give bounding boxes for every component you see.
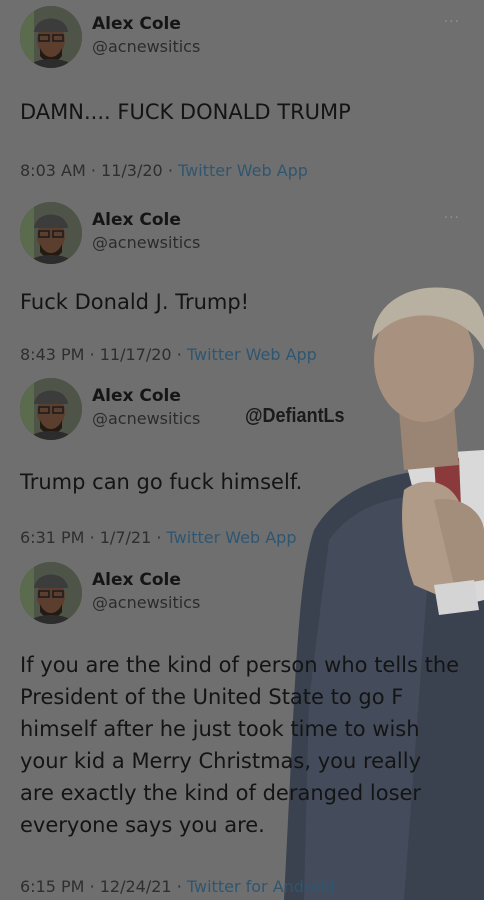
more-options-icon[interactable]: ···: [444, 14, 460, 30]
user-handle[interactable]: @acnewsitics: [92, 409, 200, 428]
separator: ·: [167, 161, 173, 180]
avatar[interactable]: [20, 378, 82, 440]
display-name[interactable]: Alex Cole: [92, 570, 181, 590]
separator: ·: [176, 877, 182, 896]
tweet-meta: 8:03 AM · 11/3/20 · Twitter Web App: [20, 161, 308, 180]
separator: ·: [90, 161, 96, 180]
avatar-image: [20, 378, 82, 440]
display-name[interactable]: Alex Cole: [92, 14, 181, 34]
user-handle[interactable]: @acnewsitics: [92, 37, 200, 56]
tweet-source-app[interactable]: Twitter for Android: [187, 877, 335, 896]
tweet-time[interactable]: 6:31 PM: [20, 528, 84, 547]
avatar-image: [20, 202, 82, 264]
tweet-time[interactable]: 6:15 PM: [20, 877, 84, 896]
separator: ·: [156, 528, 162, 547]
tweet-text: Trump can go fuck himself.: [20, 470, 303, 494]
tweet-text: If you are the kind of person who tells …: [20, 653, 460, 837]
tweet-date[interactable]: 12/24/21: [100, 877, 172, 896]
separator: ·: [176, 345, 182, 364]
tweet-source-app[interactable]: Twitter Web App: [178, 161, 308, 180]
avatar[interactable]: [20, 6, 82, 68]
display-name[interactable]: Alex Cole: [92, 386, 181, 406]
avatar-image: [20, 6, 82, 68]
user-handle[interactable]: @acnewsitics: [92, 233, 200, 252]
tweet-text: Fuck Donald J. Trump!: [20, 290, 250, 314]
tweet-date[interactable]: 11/17/20: [100, 345, 172, 364]
tweet-meta: 8:43 PM · 11/17/20 · Twitter Web App: [20, 345, 317, 364]
display-name[interactable]: Alex Cole: [92, 210, 181, 230]
tweet-date[interactable]: 1/7/21: [100, 528, 152, 547]
user-handle[interactable]: @acnewsitics: [92, 593, 200, 612]
tweet-date[interactable]: 11/3/20: [101, 161, 163, 180]
avatar-image: [20, 562, 82, 624]
tweet-text: DAMN.... FUCK DONALD TRUMP: [20, 100, 351, 124]
tweet-time[interactable]: 8:43 PM: [20, 345, 84, 364]
watermark: @DefiantLs: [245, 405, 345, 427]
tweet-source-app[interactable]: Twitter Web App: [187, 345, 317, 364]
avatar[interactable]: [20, 562, 82, 624]
tweet-meta: 6:15 PM · 12/24/21 · Twitter for Android: [20, 877, 335, 896]
tweet-source-app[interactable]: Twitter Web App: [167, 528, 297, 547]
separator: ·: [89, 877, 95, 896]
tweet-time[interactable]: 8:03 AM: [20, 161, 86, 180]
tweet-meta: 6:31 PM · 1/7/21 · Twitter Web App: [20, 528, 296, 547]
avatar[interactable]: [20, 202, 82, 264]
separator: ·: [89, 528, 95, 547]
more-options-icon[interactable]: ···: [444, 210, 460, 226]
separator: ·: [89, 345, 95, 364]
